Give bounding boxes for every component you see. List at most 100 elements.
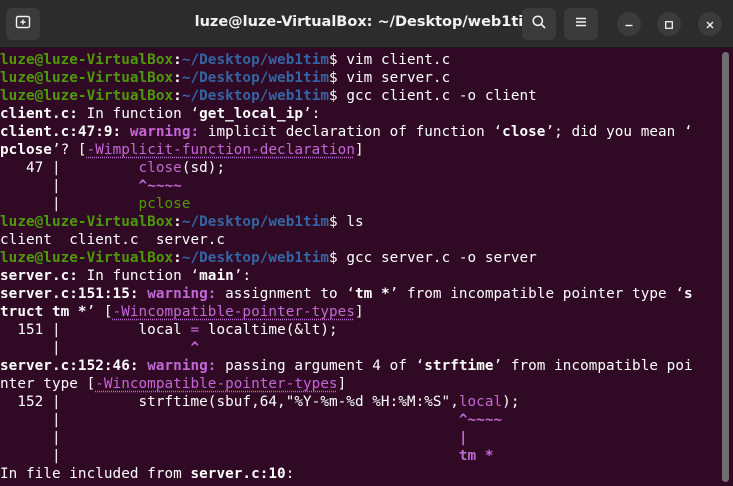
prompt-path: ~/Desktop/web1tim <box>181 88 330 104</box>
prompt-line: luze@luze-VirtualBox:~/Desktop/web1tim$ … <box>0 213 364 231</box>
prompt-path: ~/Desktop/web1tim <box>181 250 330 266</box>
quote-close: ’: <box>303 106 321 122</box>
gutter-bar: | <box>0 340 61 356</box>
new-tab-button[interactable] <box>6 8 40 40</box>
source-location: server.c:10 <box>190 466 286 482</box>
prompt-colon: : <box>173 250 182 266</box>
caret-marker: ^ <box>190 340 200 356</box>
file-name: server.c: <box>0 268 78 284</box>
quote-close: ’: <box>233 268 252 284</box>
warning-label: warning: <box>138 358 217 374</box>
menu-button[interactable] <box>564 8 598 40</box>
source-location: server.c:152:46: <box>0 358 139 374</box>
warning-line: nter type [-Wincompatible-pointer-types] <box>0 375 346 393</box>
scrollbar-thumb[interactable] <box>722 52 729 482</box>
message-text: ] <box>354 304 364 320</box>
line-number: 47 | <box>0 160 61 176</box>
highlighted-code: local <box>458 394 503 410</box>
message-text: ] <box>354 142 364 158</box>
prompt-dollar: $ <box>329 214 338 230</box>
command-text: vim client.c <box>337 52 451 68</box>
warning-flag-link: -Wincompatible-pointer-types <box>112 304 355 320</box>
compiler-message-line: server.c: In function ‘main’: <box>0 267 251 285</box>
caret-line: | ^~~~~ <box>0 411 502 429</box>
gutter-bar: | <box>0 178 61 194</box>
code-text: localtime(&lt); <box>199 322 338 338</box>
quote-open: ‘ <box>190 106 200 122</box>
source-location: server.c:151:15: <box>0 286 139 302</box>
title-bar: luze@luze-VirtualBox: ~/Desktop/web1tim <box>0 0 733 48</box>
quote-open: ‘ <box>493 124 503 140</box>
prompt-user-host: luze@luze-VirtualBox <box>0 88 174 104</box>
line-number: 151 | <box>0 322 61 338</box>
prompt-path: ~/Desktop/web1tim <box>181 214 330 230</box>
type-annotation: tm * <box>458 448 494 464</box>
prompt-line: luze@luze-VirtualBox:~/Desktop/web1tim$ … <box>0 51 450 69</box>
maximize-icon <box>664 15 674 34</box>
caret-line: | tm * <box>0 447 494 465</box>
new-tab-icon <box>15 14 31 34</box>
file-name: client.c: <box>0 106 78 122</box>
type-name: s <box>684 286 693 302</box>
warning-line: truct tm *’ [-Wincompatible-pointer-type… <box>0 303 364 321</box>
maximize-button[interactable] <box>657 12 681 36</box>
gutter-bar: | <box>0 412 61 428</box>
gutter-bar: | <box>0 430 61 446</box>
warning-flag-link: -Wincompatible-pointer-types <box>95 376 338 392</box>
message-text: implicit declaration of function <box>199 124 494 140</box>
quote-open: ‘ <box>190 268 200 284</box>
highlighted-code: close <box>138 160 182 176</box>
message-text: nter type [ <box>0 376 96 392</box>
function-name: strftime <box>424 358 494 374</box>
minimize-icon <box>624 15 634 34</box>
prompt-dollar: $ <box>329 52 338 68</box>
prompt-colon: : <box>173 214 182 230</box>
source-location: client.c:47:9: <box>0 124 122 140</box>
search-button[interactable] <box>522 8 556 40</box>
line-number: 152 | <box>0 394 61 410</box>
quote-open: ‘ <box>346 286 355 302</box>
command-text: gcc client.c -o client <box>337 88 537 104</box>
file-listing: client client.c server.c <box>0 232 226 248</box>
prompt-line: luze@luze-VirtualBox:~/Desktop/web1tim$ … <box>0 87 537 105</box>
quote-open: ‘ <box>415 358 425 374</box>
search-icon <box>531 14 547 34</box>
function-name: close <box>502 124 546 140</box>
fix-suggestion: pclose <box>138 196 191 212</box>
message-text: In file included from <box>0 466 191 482</box>
prompt-dollar: $ <box>329 88 338 104</box>
message-text: ’; did you mean ‘ <box>545 124 693 140</box>
terminal-output[interactable]: luze@luze-VirtualBox:~/Desktop/web1tim$ … <box>0 49 733 486</box>
minimize-button[interactable] <box>617 12 641 36</box>
message-text: In function <box>77 106 191 122</box>
gutter-bar: | <box>0 196 61 212</box>
close-button[interactable] <box>698 12 722 36</box>
warning-label: warning: <box>121 124 200 140</box>
message-text: ’ [ <box>86 304 113 320</box>
ls-output-line: client client.c server.c <box>0 231 225 249</box>
message-text: ’ from incompatible poi <box>493 358 693 374</box>
prompt-line: luze@luze-VirtualBox:~/Desktop/web1tim$ … <box>0 249 537 267</box>
type-name: truct tm * <box>0 304 87 320</box>
message-text: ’ from incompatible pointer type ‘ <box>389 286 684 302</box>
prompt-colon: : <box>173 88 182 104</box>
message-text: ’? [ <box>51 142 87 158</box>
warning-line: client.c:47:9: warning: implicit declara… <box>0 123 693 141</box>
close-icon <box>705 15 715 34</box>
caret-line: | ^ <box>0 339 199 357</box>
suggestion-line: | pclose <box>0 195 190 213</box>
command-text: ls <box>337 214 364 230</box>
caret-marker: ^~~~~ <box>138 178 182 194</box>
prompt-line: luze@luze-VirtualBox:~/Desktop/web1tim$ … <box>0 69 450 87</box>
prompt-user-host: luze@luze-VirtualBox <box>0 52 174 68</box>
prompt-dollar: $ <box>329 70 338 86</box>
function-name: pclose <box>0 142 52 158</box>
message-text: ] <box>337 376 347 392</box>
prompt-path: ~/Desktop/web1tim <box>181 52 330 68</box>
command-text: vim server.c <box>337 70 451 86</box>
